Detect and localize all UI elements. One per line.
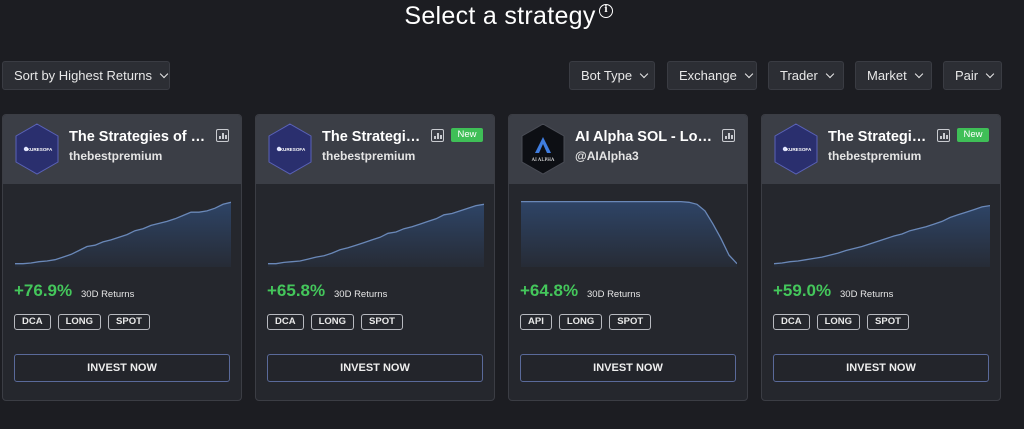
bar-chart-icon[interactable]: [722, 129, 735, 142]
strategy-title[interactable]: The Strategies of Kuresofa: [322, 129, 426, 145]
strategy-title[interactable]: The Strategies of Kuresofa: [69, 129, 213, 145]
strategy-card[interactable]: KURESOFA The Strategies of Kuresofa theb…: [255, 114, 495, 401]
invest-now-button[interactable]: INVEST NOW: [267, 354, 483, 382]
avatar-label: KURESOFA: [280, 147, 306, 152]
pair-label: Pair: [955, 68, 979, 83]
avatar-label: AI ALPHA: [532, 158, 555, 163]
tag-badge: LONG: [310, 314, 355, 330]
page-title: Select a strategy: [404, 2, 596, 30]
strategy-author[interactable]: thebestpremium: [322, 149, 415, 163]
tag-badge: DCA: [267, 314, 304, 330]
returns-sparkline: [15, 201, 231, 267]
strategy-card[interactable]: AI ALPHA AI Alpha SOL - Long Strategy @A…: [508, 114, 748, 401]
tag-badge: DCA: [14, 314, 51, 330]
strategy-card[interactable]: KURESOFA The Strategies of Kuresofa theb…: [2, 114, 242, 401]
returns-label: 30D Returns: [81, 289, 135, 300]
kuresofa-avatar: KURESOFA: [268, 123, 312, 175]
returns-label: 30D Returns: [840, 289, 894, 300]
card-header: KURESOFA The Strategies of Kuresofa theb…: [256, 115, 494, 184]
chevron-down-icon: [985, 69, 995, 79]
card-header: AI ALPHA AI Alpha SOL - Long Strategy @A…: [509, 115, 747, 184]
returns-value: +76.9%: [14, 281, 73, 300]
strategy-author[interactable]: thebestpremium: [69, 149, 162, 163]
market-label: Market: [867, 68, 907, 83]
exchange-label: Exchange: [679, 68, 737, 83]
strategy-author[interactable]: thebestpremium: [828, 149, 921, 163]
bar-chart-icon[interactable]: [431, 129, 444, 142]
bot-type-filter[interactable]: Bot Type: [569, 61, 655, 90]
card-header: KURESOFA The Strategies of Kuresofa theb…: [762, 115, 1000, 184]
chevron-down-icon: [914, 69, 923, 79]
new-badge: New: [957, 128, 989, 142]
kuresofa-avatar: KURESOFA: [15, 123, 59, 175]
bot-type-label: Bot Type: [581, 68, 633, 83]
sort-dropdown[interactable]: Sort by Highest Returns: [2, 61, 170, 90]
strategy-title[interactable]: The Strategies of Kuresofa: [828, 129, 932, 145]
market-filter[interactable]: Market: [855, 61, 932, 90]
tag-badge: SPOT: [609, 314, 652, 330]
returns-label: 30D Returns: [334, 289, 388, 300]
avatar-label: KURESOFA: [27, 147, 53, 152]
tag-badge: SPOT: [361, 314, 403, 330]
returns-value: +59.0%: [773, 281, 832, 300]
chevron-down-icon: [825, 69, 835, 79]
new-badge: New: [451, 128, 483, 142]
trader-filter[interactable]: Trader: [768, 61, 844, 90]
card-header: KURESOFA The Strategies of Kuresofa theb…: [3, 115, 241, 184]
strategy-card[interactable]: KURESOFA The Strategies of Kuresofa theb…: [761, 114, 1001, 401]
strategy-title[interactable]: AI Alpha SOL - Long Strategy: [575, 129, 719, 145]
exchange-filter[interactable]: Exchange: [667, 61, 757, 90]
invest-now-button[interactable]: INVEST NOW: [14, 354, 230, 382]
tag-badge: SPOT: [867, 314, 909, 330]
pair-filter[interactable]: Pair: [943, 61, 1002, 90]
returns-sparkline: [268, 203, 484, 267]
chevron-down-icon: [639, 69, 649, 79]
tag-badge: DCA: [773, 314, 810, 330]
strategy-author[interactable]: @AIAlpha3: [575, 149, 639, 163]
returns-sparkline: [521, 200, 737, 267]
chevron-down-icon: [744, 69, 754, 79]
info-icon[interactable]: i: [599, 4, 613, 18]
returns-value: +65.8%: [267, 281, 326, 300]
returns-sparkline: [774, 204, 990, 267]
tag-list: DCA LONG SPOT: [773, 314, 909, 330]
chevron-down-icon: [159, 69, 169, 79]
bar-chart-icon[interactable]: [216, 129, 229, 142]
tag-badge: LONG: [558, 314, 603, 330]
returns-value: +64.8%: [520, 281, 579, 300]
tag-badge: SPOT: [108, 314, 150, 330]
avatar-label: KURESOFA: [786, 147, 812, 152]
ai-alpha-avatar: AI ALPHA: [521, 123, 565, 175]
tag-badge: API: [520, 314, 552, 330]
kuresofa-avatar: KURESOFA: [774, 123, 818, 175]
tag-list: DCA LONG SPOT: [267, 314, 403, 330]
trader-label: Trader: [780, 68, 818, 83]
bar-chart-icon[interactable]: [937, 129, 950, 142]
tag-list: DCA LONG SPOT: [14, 314, 150, 330]
returns-label: 30D Returns: [587, 289, 641, 300]
sort-dropdown-label: Sort by Highest Returns: [14, 68, 153, 83]
invest-now-button[interactable]: INVEST NOW: [520, 354, 736, 382]
tag-list: API LONG SPOT: [520, 314, 652, 330]
invest-now-button[interactable]: INVEST NOW: [773, 354, 989, 382]
tag-badge: LONG: [816, 314, 861, 330]
tag-badge: LONG: [57, 314, 102, 330]
